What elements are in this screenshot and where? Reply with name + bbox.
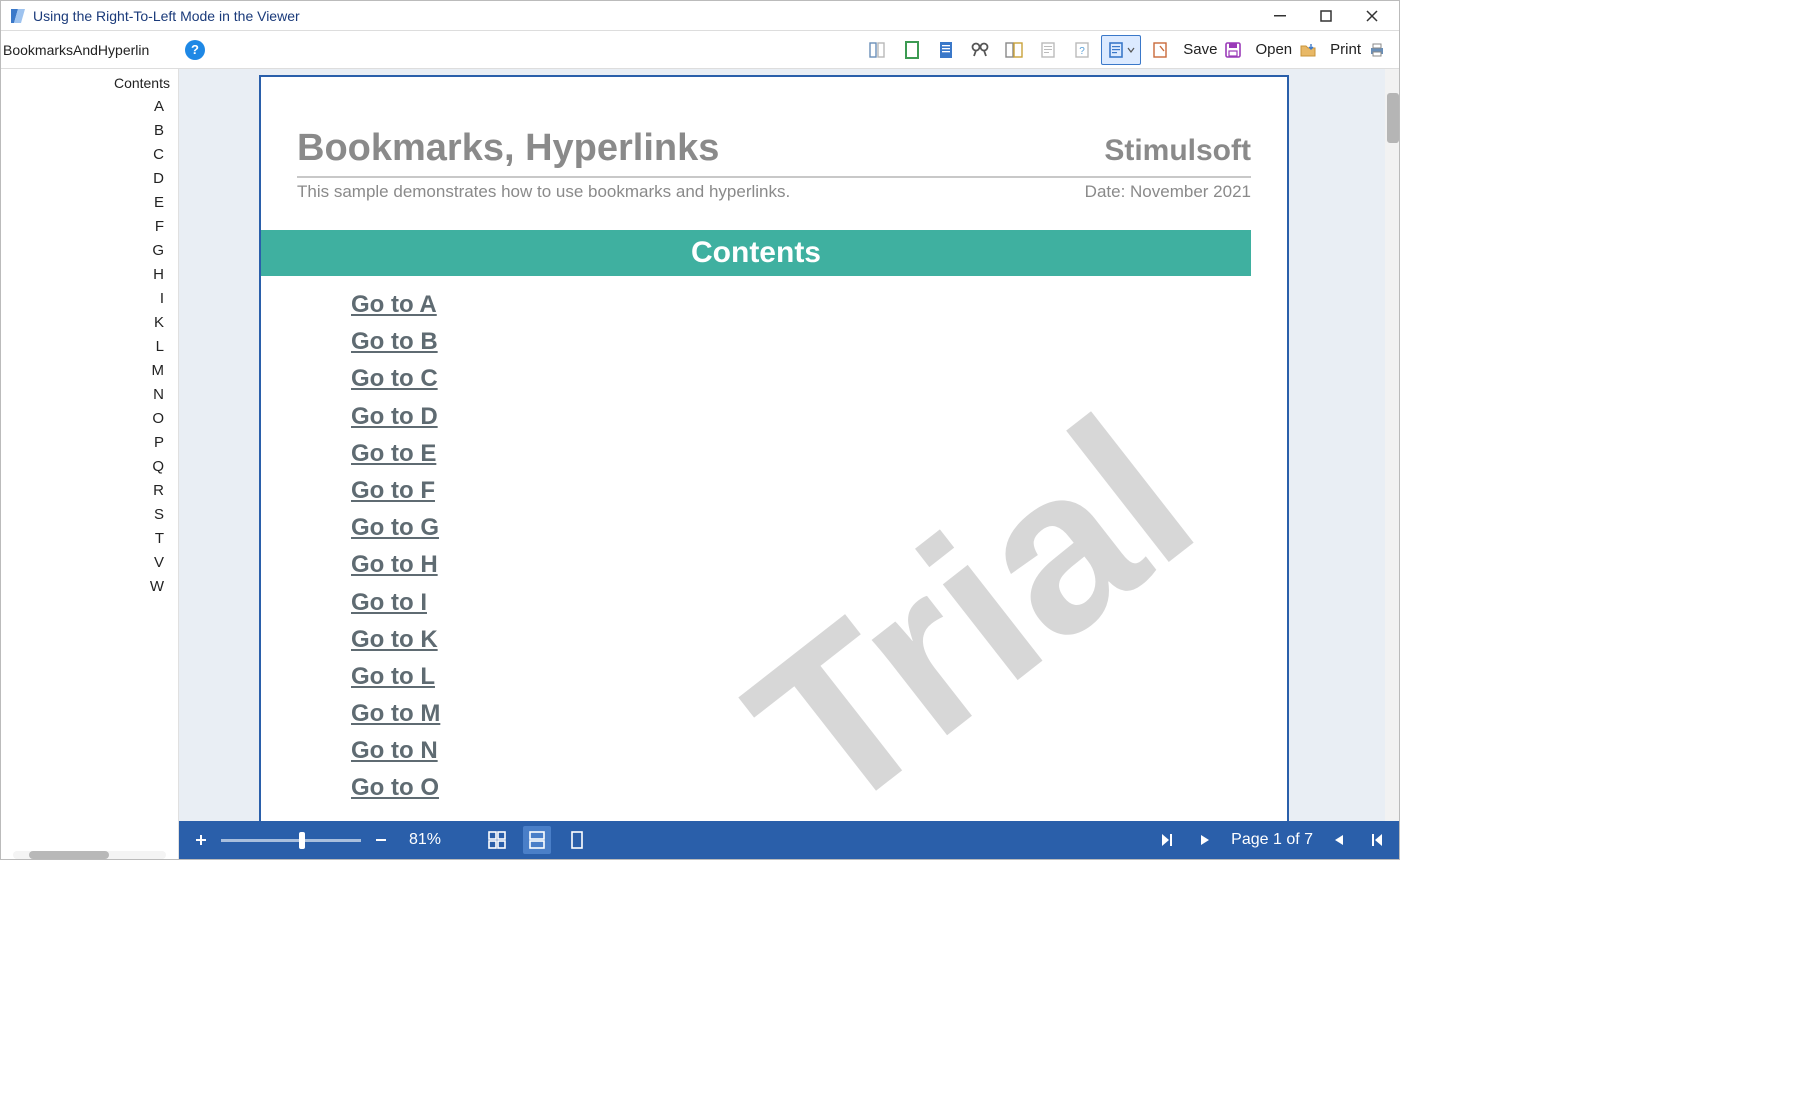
sidebar-item[interactable]: I xyxy=(1,287,178,311)
report-brand: Stimulsoft xyxy=(1104,134,1251,168)
view-mode-multiple-button[interactable] xyxy=(485,828,509,852)
hyperlink[interactable]: Go to M xyxy=(351,695,1287,732)
contents-heading: Contents xyxy=(261,230,1251,276)
sidebar-item[interactable]: W xyxy=(1,575,178,599)
thumbnails-button[interactable] xyxy=(863,35,893,65)
sidebar-item[interactable]: H xyxy=(1,263,178,287)
hyperlink[interactable]: Go to B xyxy=(351,323,1287,360)
save-button[interactable]: Save xyxy=(1183,35,1243,65)
close-button[interactable] xyxy=(1349,1,1395,31)
hyperlink[interactable]: Go to E xyxy=(351,435,1287,472)
titlebar: Using the Right-To-Left Mode in the View… xyxy=(1,1,1399,31)
single-page-button[interactable] xyxy=(897,35,927,65)
save-icon xyxy=(1223,40,1243,60)
sidebar-item[interactable]: Q xyxy=(1,455,178,479)
viewer-canvas[interactable]: Bookmarks, Hyperlinks Stimulsoft This sa… xyxy=(179,69,1399,821)
first-page-button[interactable] xyxy=(1365,828,1389,852)
sidebar-contents-node[interactable]: Contents xyxy=(1,71,178,95)
sidebar-item[interactable]: C xyxy=(1,143,178,167)
hyperlink[interactable]: Go to C xyxy=(351,360,1287,397)
sidebar-item[interactable]: K xyxy=(1,311,178,335)
body: Contents A B C D E F G H I K L M N O P Q… xyxy=(1,69,1399,859)
report-page: Bookmarks, Hyperlinks Stimulsoft This sa… xyxy=(259,75,1289,821)
hyperlink[interactable]: Go to G xyxy=(351,509,1287,546)
sidebar-item[interactable]: A xyxy=(1,95,178,119)
sidebar-item[interactable]: R xyxy=(1,479,178,503)
hyperlink[interactable]: Go to H xyxy=(351,546,1287,583)
svg-text:?: ? xyxy=(1079,46,1085,57)
dot-matrix-button[interactable] xyxy=(1145,35,1175,65)
sidebar-item[interactable]: B xyxy=(1,119,178,143)
sidebar-item[interactable]: V xyxy=(1,551,178,575)
prev-page-button[interactable] xyxy=(1327,828,1351,852)
sidebar-item[interactable]: P xyxy=(1,431,178,455)
sidebar-item[interactable]: E xyxy=(1,191,178,215)
sidebar-item[interactable]: D xyxy=(1,167,178,191)
print-button[interactable]: Print xyxy=(1330,35,1387,65)
viewer-vertical-scrollbar[interactable] xyxy=(1385,69,1399,821)
zoom-percent: 81% xyxy=(409,831,441,849)
continuous-page-button[interactable] xyxy=(931,35,961,65)
sidebar-item[interactable]: F xyxy=(1,215,178,239)
report-title: Bookmarks, Hyperlinks xyxy=(297,127,1104,170)
zoom-out-button[interactable] xyxy=(369,828,393,852)
view-mode-pagewidth-button[interactable] xyxy=(523,826,551,854)
print-label: Print xyxy=(1330,41,1361,58)
next-page-button[interactable] xyxy=(1193,828,1217,852)
minimize-button[interactable] xyxy=(1257,1,1303,31)
zoom-slider[interactable] xyxy=(221,839,361,842)
sidebar-item[interactable]: M xyxy=(1,359,178,383)
bookmark-root-label[interactable]: BookmarksAndHyperlin xyxy=(1,42,179,58)
hyperlink[interactable]: Go to I xyxy=(351,584,1287,621)
bookmarks-panel-button[interactable] xyxy=(999,35,1029,65)
hyperlink[interactable]: Go to K xyxy=(351,621,1287,658)
report-subtitle: This sample demonstrates how to use book… xyxy=(297,182,1085,202)
zoom-in-button[interactable] xyxy=(189,828,213,852)
help-icon[interactable]: ? xyxy=(185,40,205,60)
hyperlink[interactable]: Go to N xyxy=(351,732,1287,769)
sidebar-item[interactable]: O xyxy=(1,407,178,431)
sidebar-item[interactable]: S xyxy=(1,503,178,527)
resources-button[interactable]: ? xyxy=(1067,35,1097,65)
parameters-button[interactable] xyxy=(1033,35,1063,65)
zoom-control: 81% xyxy=(189,828,441,852)
open-label: Open xyxy=(1255,41,1292,58)
hyperlink[interactable]: Go to F xyxy=(351,472,1287,509)
sidebar-horizontal-scrollbar[interactable] xyxy=(13,851,166,859)
page-indicator[interactable]: Page 1 of 7 xyxy=(1231,831,1313,849)
editor-mode-button[interactable] xyxy=(1101,35,1141,65)
printer-icon xyxy=(1367,40,1387,60)
open-folder-icon xyxy=(1298,40,1318,60)
window-title: Using the Right-To-Left Mode in the View… xyxy=(33,8,300,24)
find-button[interactable] xyxy=(965,35,995,65)
statusbar: 81% Page 1 of 7 xyxy=(179,821,1399,859)
report-viewer: Bookmarks, Hyperlinks Stimulsoft This sa… xyxy=(179,69,1399,859)
sidebar-item[interactable]: L xyxy=(1,335,178,359)
hyperlink[interactable]: Go to D xyxy=(351,398,1287,435)
report-date: Date: November 2021 xyxy=(1085,182,1251,202)
toolbar: BookmarksAndHyperlin ? ? xyxy=(1,31,1399,69)
contents-links: Go to A Go to B Go to C Go to D Go to E … xyxy=(261,282,1287,807)
view-mode-onepage-button[interactable] xyxy=(565,828,589,852)
hyperlink[interactable]: Go to L xyxy=(351,658,1287,695)
save-label: Save xyxy=(1183,41,1217,58)
sidebar-item[interactable]: T xyxy=(1,527,178,551)
hyperlink[interactable]: Go to O xyxy=(351,769,1287,806)
open-button[interactable]: Open xyxy=(1255,35,1318,65)
app-icon xyxy=(9,7,27,25)
maximize-button[interactable] xyxy=(1303,1,1349,31)
bookmarks-sidebar: Contents A B C D E F G H I K L M N O P Q… xyxy=(1,69,179,859)
sidebar-item[interactable]: N xyxy=(1,383,178,407)
sidebar-item[interactable]: G xyxy=(1,239,178,263)
last-page-button[interactable] xyxy=(1155,828,1179,852)
app-window: Using the Right-To-Left Mode in the View… xyxy=(0,0,1400,860)
hyperlink[interactable]: Go to A xyxy=(351,286,1287,323)
